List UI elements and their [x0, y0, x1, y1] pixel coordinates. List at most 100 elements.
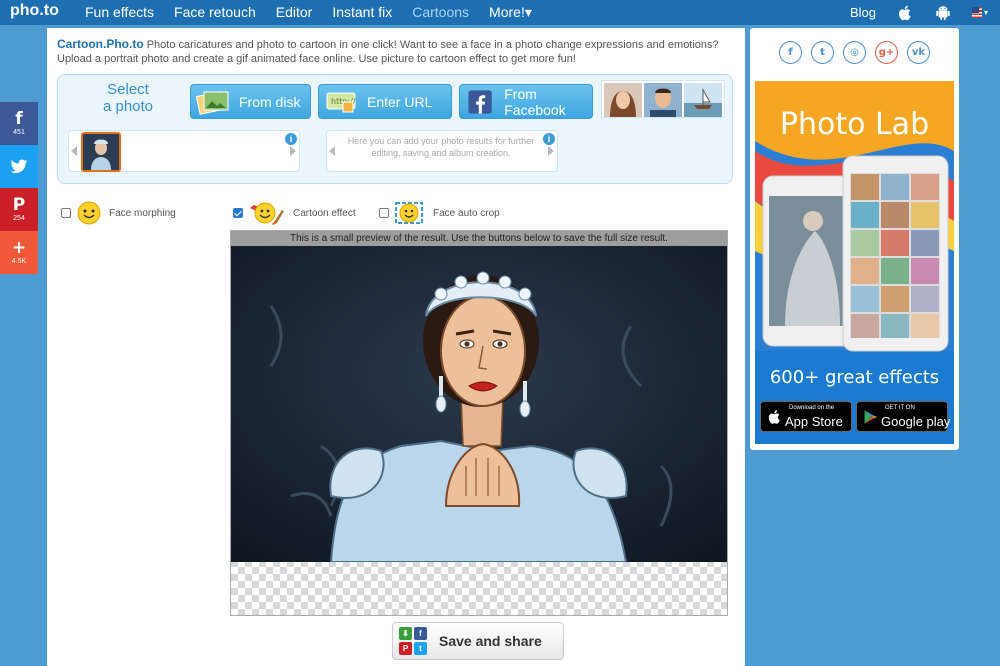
share-more-button[interactable]: + 4.5K [0, 231, 38, 274]
photo-lab-ad[interactable]: Photo Lab 600+ great effects Download on… [755, 81, 954, 444]
instagram-icon[interactable]: ◎ [843, 41, 866, 64]
main-nav: Fun effects Face retouch Editor Instant … [75, 0, 542, 25]
info-icon[interactable]: i [285, 133, 297, 145]
effect-face-morphing[interactable]: Face morphing [61, 198, 176, 228]
intro-description: Photo caricatures and photo to cartoon i… [57, 39, 719, 65]
sample-photo-woman[interactable] [604, 83, 642, 117]
apple-icon [768, 410, 780, 424]
nav-right: Blog ▾ [850, 0, 988, 25]
effect-face-auto-crop[interactable]: Face auto crop [379, 198, 500, 228]
face-morphing-label: Face morphing [109, 207, 176, 219]
cartoon-brush-icon [250, 202, 284, 225]
from-disk-button[interactable]: From disk [190, 84, 311, 119]
share-pinterest-button[interactable]: P 254 [0, 188, 38, 231]
ad-title: Photo Lab [779, 107, 930, 142]
photo-thumbnail-image [83, 134, 119, 170]
crop-face-icon [395, 202, 423, 224]
language-selector[interactable]: ▾ [972, 7, 988, 18]
url-icon: http:// [326, 92, 356, 112]
download-icon: ⬇ [399, 627, 412, 640]
result-preview: This is a small preview of the result. U… [230, 230, 728, 616]
effect-cartoon[interactable]: Cartoon effect [233, 198, 356, 228]
effects-options: Face morphing Cartoon effect Face auto c… [61, 198, 731, 228]
nav-more[interactable]: More!▾ [479, 0, 542, 25]
preview-note: This is a small preview of the result. U… [231, 231, 727, 246]
enter-url-button[interactable]: http:// Enter URL [318, 84, 452, 119]
right-panel: f t ◎ g+ vk Photo Lab 600+ great effects… [750, 28, 959, 450]
app-store-small-text: Download on the [789, 405, 835, 411]
nav-editor[interactable]: Editor [266, 0, 323, 25]
upload-box: Select a photo From disk http:// Enter U… [57, 74, 733, 184]
face-auto-crop-checkbox[interactable] [379, 208, 389, 218]
nav-face-retouch[interactable]: Face retouch [164, 0, 266, 25]
share-count: 451 [13, 128, 25, 136]
from-disk-label: From disk [239, 93, 301, 110]
from-facebook-label: From Facebook [504, 85, 566, 118]
select-label-line1: Select [107, 81, 149, 98]
photos-stack-icon [195, 90, 229, 115]
sample-photos [601, 80, 725, 118]
facebook-icon: f [15, 108, 23, 129]
ad-subtitle: 600+ great effects [769, 367, 940, 388]
scroll-left-icon[interactable] [329, 146, 335, 156]
share-icons-group: ⬇ f P t [399, 627, 427, 655]
site-logo[interactable]: pho.to [10, 2, 59, 20]
nav-fun-effects[interactable]: Fun effects [75, 0, 164, 25]
nav-instant-fix[interactable]: Instant fix [322, 0, 402, 25]
info-icon[interactable]: i [543, 133, 555, 145]
google-play-small-text: GET IT ON [885, 405, 915, 411]
vk-icon[interactable]: vk [907, 41, 930, 64]
uploaded-photos-strip: i [68, 130, 300, 172]
social-links: f t ◎ g+ vk [750, 41, 959, 64]
chevron-down-icon: ▾ [983, 8, 988, 17]
face-morphing-checkbox[interactable] [61, 208, 71, 218]
scroll-right-icon[interactable] [290, 146, 296, 156]
share-count: 254 [13, 214, 25, 222]
twitter-icon: t [414, 642, 427, 655]
google-plus-icon[interactable]: g+ [875, 41, 898, 64]
scroll-left-icon[interactable] [71, 146, 77, 156]
app-store-badge[interactable]: Download on the App Store [760, 401, 852, 432]
us-flag-icon [972, 7, 982, 18]
nav-cartoons[interactable]: Cartoons [402, 0, 479, 25]
intro-text: Cartoon.Pho.to Photo caricatures and pho… [57, 37, 737, 66]
cartoon-result-image [231, 246, 727, 562]
sample-photo-man[interactable] [644, 83, 682, 117]
facebook-icon[interactable]: f [779, 41, 802, 64]
brand-title: Cartoon.Pho.to [57, 37, 144, 51]
google-play-text: Google play [881, 414, 951, 429]
sample-photo-boat[interactable] [684, 83, 722, 117]
android-icon[interactable] [934, 4, 952, 22]
face-auto-crop-label: Face auto crop [433, 207, 500, 219]
blog-link[interactable]: Blog [850, 5, 876, 20]
enter-url-label: Enter URL [367, 93, 433, 110]
main-panel: Cartoon.Pho.to Photo caricatures and pho… [47, 28, 745, 666]
share-facebook-button[interactable]: f 451 [0, 102, 38, 145]
top-navigation-bar: pho.to Fun effects Face retouch Editor I… [0, 0, 1000, 25]
plus-icon: + [11, 237, 27, 258]
share-count: 4.5K [11, 257, 27, 265]
share-sidebar: f 451 P 254 + 4.5K [0, 102, 38, 274]
cartoon-effect-checkbox[interactable] [233, 208, 243, 218]
apple-icon[interactable] [896, 4, 914, 22]
facebook-icon [468, 89, 492, 114]
smiley-face-icon [77, 201, 101, 225]
share-twitter-button[interactable] [0, 145, 38, 188]
scroll-right-icon[interactable] [548, 146, 554, 156]
facebook-icon: f [414, 627, 427, 640]
select-photo-label: Select a photo [88, 81, 168, 115]
pinterest-icon: P [399, 642, 412, 655]
uploaded-photo-thumbnail[interactable] [81, 132, 121, 172]
cartoon-effect-label: Cartoon effect [293, 207, 356, 219]
select-label-line2: a photo [102, 98, 154, 115]
google-play-icon [864, 410, 878, 424]
twitter-icon[interactable]: t [811, 41, 834, 64]
save-and-share-button[interactable]: ⬇ f P t Save and share [392, 622, 564, 660]
pinterest-icon: P [12, 194, 26, 215]
google-play-badge[interactable]: GET IT ON Google play [856, 401, 951, 432]
from-facebook-button[interactable]: From Facebook [459, 84, 593, 119]
results-hint: Here you can add your photo results for … [347, 136, 535, 158]
results-strip: Here you can add your photo results for … [326, 130, 558, 172]
app-store-text: App Store [785, 414, 843, 429]
twitter-icon [10, 159, 28, 173]
